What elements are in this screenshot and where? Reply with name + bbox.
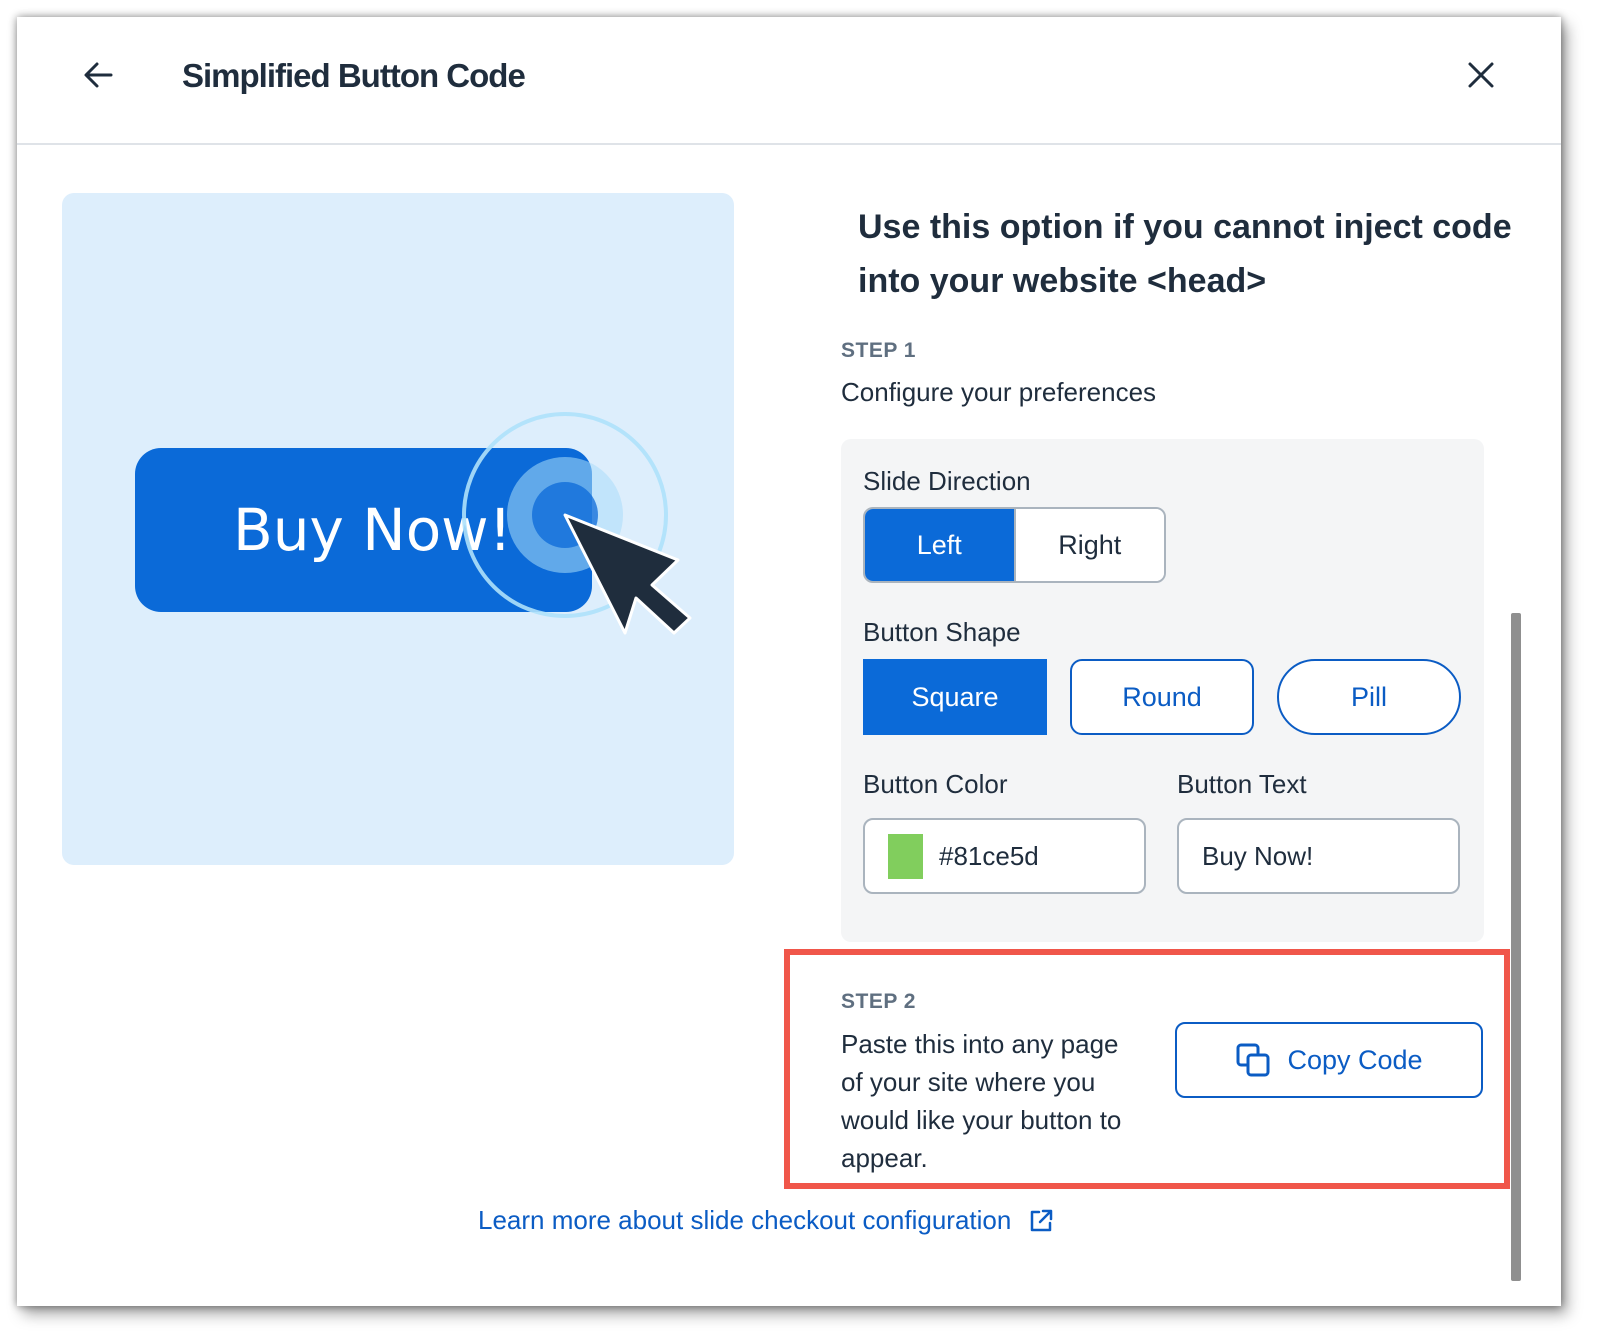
back-button[interactable] xyxy=(81,57,117,93)
slide-direction-label: Slide Direction xyxy=(863,466,1031,496)
step1-label: STEP 1 xyxy=(841,339,916,362)
button-color-value: #81ce5d xyxy=(939,840,1039,871)
copy-code-label: Copy Code xyxy=(1287,1044,1423,1075)
button-text-label: Button Text xyxy=(1177,769,1307,799)
step2-description: Paste this into any page of your site wh… xyxy=(841,1029,1122,1173)
shape-round-button[interactable]: Round xyxy=(1070,659,1254,735)
close-button[interactable] xyxy=(1466,60,1496,90)
page-title: Simplified Button Code xyxy=(182,57,526,94)
scrollbar[interactable] xyxy=(1511,613,1521,1281)
button-text-value: Buy Now! xyxy=(1202,840,1314,871)
button-preview-panel: Buy Now! xyxy=(62,193,734,865)
learn-more-text: Learn more about slide checkout configur… xyxy=(478,1205,1012,1235)
color-swatch[interactable] xyxy=(888,833,923,879)
shape-square-button[interactable]: Square xyxy=(863,659,1047,735)
slide-left-button[interactable]: Left xyxy=(865,509,1014,581)
external-link-icon xyxy=(1031,1209,1053,1231)
shape-pill-button[interactable]: Pill xyxy=(1277,659,1461,735)
copy-icon xyxy=(1236,1043,1270,1077)
modal-dialog: Simplified Button Code Buy Now! Use this… xyxy=(17,17,1561,1306)
copy-code-button[interactable]: Copy Code xyxy=(1175,1022,1483,1098)
preferences-panel: Slide Direction Left Right Button Shape … xyxy=(841,439,1484,942)
slide-right-button[interactable]: Right xyxy=(1013,509,1164,581)
intro-heading: Use this option if you cannot inject cod… xyxy=(858,208,1512,300)
step2-label: STEP 2 xyxy=(841,990,916,1013)
button-shape-label: Button Shape xyxy=(863,617,1021,647)
preview-button-text: Buy Now! xyxy=(233,496,512,564)
modal-header: Simplified Button Code xyxy=(17,17,1561,145)
button-color-label: Button Color xyxy=(863,769,1008,799)
step1-description: Configure your preferences xyxy=(841,377,1157,407)
button-color-field[interactable]: #81ce5d xyxy=(863,818,1146,894)
arrow-left-icon xyxy=(84,62,113,88)
preview-buy-button: Buy Now! xyxy=(135,448,592,612)
slide-direction-toggle: Left Right xyxy=(863,507,1166,583)
learn-more-link[interactable]: Learn more about slide checkout configur… xyxy=(478,1205,1055,1236)
button-text-field[interactable]: Buy Now! xyxy=(1177,818,1460,894)
close-icon xyxy=(1468,62,1494,88)
